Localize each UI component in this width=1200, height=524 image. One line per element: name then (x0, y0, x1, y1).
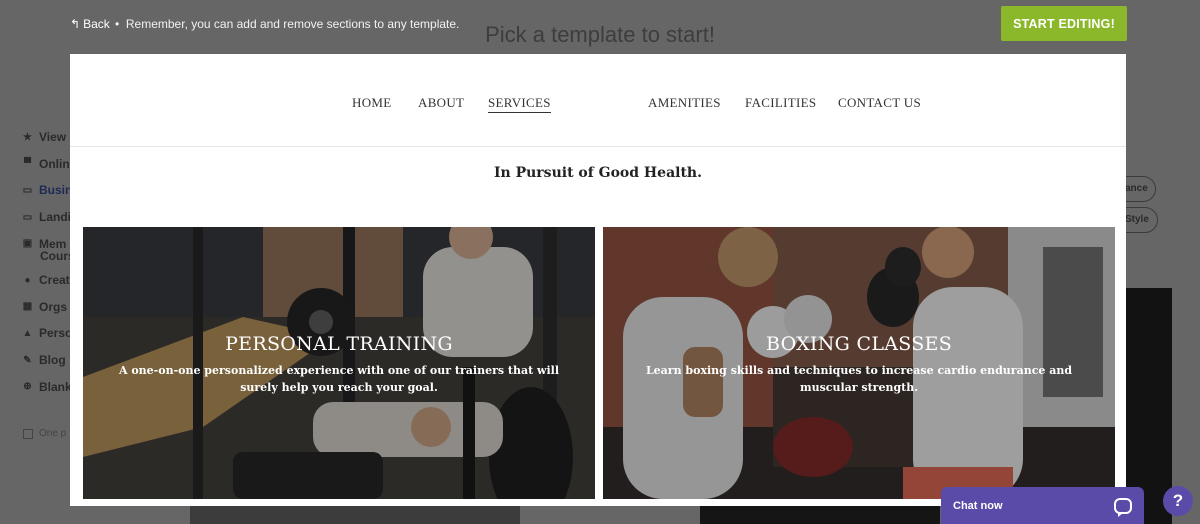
background-checkbox: One p (23, 428, 66, 439)
sidebar-item-online: ▀ Onlin (22, 151, 75, 178)
briefcase-icon: ▭ (22, 184, 33, 196)
hint-text: • Remember, you can add and remove secti… (115, 17, 459, 31)
sidebar-item-label: Perso (39, 326, 73, 341)
card-description: A one-on-one personalized experience wit… (118, 364, 560, 394)
background-sidebar: ★ View ▀ Onlin ▭ Busin ▭ Landi ▣ Mem Cours ● C… (22, 124, 75, 400)
sidebar-item-business: ▭ Busin (22, 177, 75, 204)
preview-nav: HOME ABOUT SERVICES AMENITIES FACILITIES… (70, 54, 1126, 147)
sidebar-item-creative: ● Creat (22, 267, 75, 294)
sidebar-item-label: View (39, 130, 67, 145)
card-title: PERSONAL TRAINING (225, 333, 453, 355)
sidebar-item-personal: ▲ Perso (22, 320, 75, 347)
back-button[interactable]: ↰ Back (70, 17, 110, 31)
sidebar-item-blog: ✎ Blog (22, 347, 75, 374)
sidebar-item-landing: ▭ Landi (22, 204, 75, 231)
sidebar-item-label: Blog (39, 353, 66, 368)
nav-contact-us[interactable]: CONTACT US (838, 95, 921, 111)
id-card-icon: ▣ (22, 238, 33, 250)
sidebar-item-blank: ⊕ Blank (22, 373, 75, 400)
sidebar-item-view: ★ View (22, 124, 75, 151)
sidebar-item-label: Onlin (39, 156, 70, 171)
help-button[interactable]: ? (1163, 486, 1193, 516)
sidebar-item-label: Blank (39, 379, 72, 394)
star-icon: ★ (23, 131, 32, 143)
nav-home[interactable]: HOME (352, 95, 391, 111)
pen-icon: ✎ (23, 354, 32, 366)
service-card-boxing-classes[interactable]: BOXING CLASSES Learn boxing skills and t… (603, 227, 1115, 499)
sidebar-item-label: Landi (39, 210, 71, 225)
chat-label: Chat now (953, 499, 1003, 512)
separator-dot: • (115, 17, 120, 31)
card-title: BOXING CLASSES (765, 333, 953, 355)
card-description: Learn boxing skills and techniques to in… (645, 364, 1073, 394)
hint-label: Remember, you can add and remove section… (125, 17, 460, 31)
window-icon: ▭ (22, 211, 33, 223)
checkbox-label: One p (39, 428, 67, 439)
template-preview: HOME ABOUT SERVICES AMENITIES FACILITIES… (70, 54, 1126, 506)
nav-facilities[interactable]: FACILITIES (745, 95, 816, 111)
chat-widget[interactable]: Chat now (941, 487, 1144, 524)
section-headline: In Pursuit of Good Health. (494, 165, 702, 181)
back-label: Back (83, 17, 110, 31)
nav-about[interactable]: ABOUT (418, 95, 464, 111)
sidebar-item-label: Creat (39, 273, 70, 288)
cart-icon: ▀ (23, 158, 32, 170)
palette-icon: ● (24, 274, 31, 286)
checkbox-box (23, 428, 33, 439)
nav-amenities[interactable]: AMENITIES (648, 95, 721, 111)
back-arrow-icon: ↰ (70, 17, 81, 31)
nav-services[interactable]: SERVICES (488, 95, 551, 113)
plus-circle-icon: ⊕ (23, 381, 32, 393)
chat-bubble-icon (1114, 497, 1132, 517)
sidebar-item-courses: Cours (22, 249, 75, 263)
service-card-personal-training[interactable]: PERSONAL TRAINING A one-on-one personali… (83, 227, 595, 499)
start-editing-button[interactable]: START EDITING! (1001, 6, 1127, 41)
sidebar-item-orgs: ▦ Orgs - (22, 294, 75, 321)
sidebar-item-label: Busin (39, 183, 73, 198)
building-icon: ▦ (22, 301, 33, 313)
person-icon: ▲ (22, 327, 33, 339)
